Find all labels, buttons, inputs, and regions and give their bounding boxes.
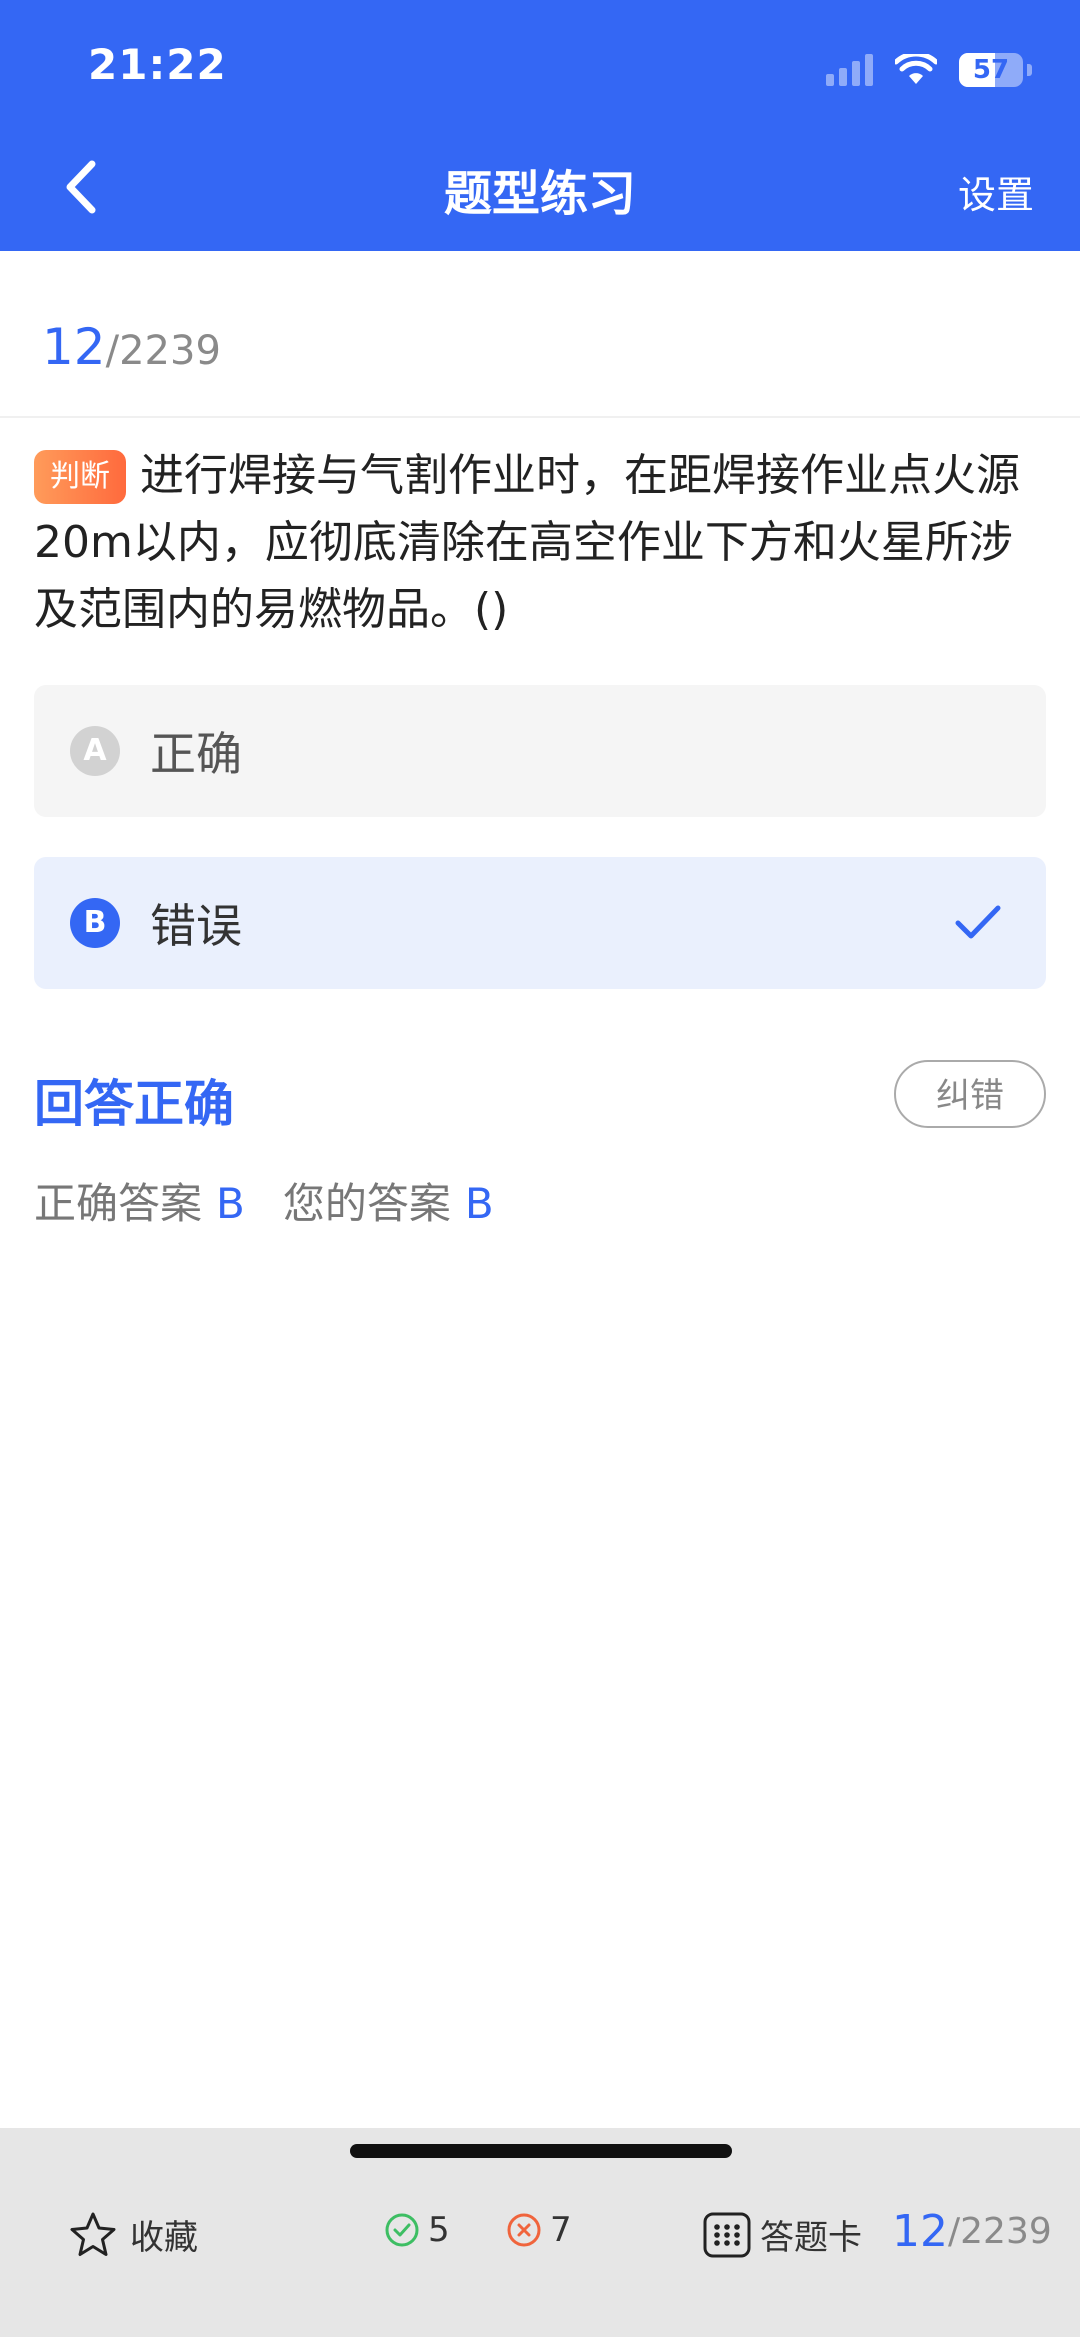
signal-icon — [826, 54, 873, 86]
answer-card-button[interactable]: 答题卡 — [702, 2210, 862, 2259]
wrong-count: 7 — [506, 2210, 572, 2250]
question-type-tag: 判断 — [34, 450, 126, 504]
option-a-text: 正确 — [150, 727, 242, 781]
bottom-progress-total: /2239 — [948, 2211, 1052, 2252]
bottom-progress: 12/2239 — [892, 2206, 1052, 2257]
option-b-letter: B — [70, 898, 120, 948]
status-icons: 57 — [826, 48, 1032, 92]
favorite-label: 收藏 — [130, 2218, 198, 2258]
check-circle-icon — [385, 2213, 419, 2247]
answer-card-label: 答题卡 — [760, 2218, 862, 2258]
question-text: 进行焊接与气割作业时，在距焊接作业点火源20m以内，应彻底清除在高空作业下方和火… — [34, 450, 1020, 635]
correct-count-value: 5 — [428, 2210, 450, 2250]
app-header: 21:22 57 题型练习 设置 — [0, 0, 1080, 251]
option-a-letter: A — [70, 726, 120, 776]
question-stem: 判断 进行焊接与气割作业时，在距焊接作业点火源20m以内，应彻底清除在高空作业下方… — [34, 442, 1044, 643]
correct-answer-label: 正确答案 — [34, 1179, 203, 1228]
home-indicator — [350, 2144, 732, 2158]
answer-summary: 正确答案 B 您的答案 B — [34, 1170, 494, 1231]
question-progress: 12/2239 — [42, 318, 221, 376]
battery-tip — [1027, 64, 1032, 76]
settings-button[interactable]: 设置 — [958, 164, 1034, 219]
correct-answer-value: B — [216, 1179, 245, 1228]
battery-level: 57 — [972, 55, 1010, 85]
option-a[interactable]: A 正确 — [34, 685, 1046, 817]
progress-total: /2239 — [105, 328, 221, 374]
option-b-text: 错误 — [150, 899, 242, 953]
your-answer-label: 您的答案 — [282, 1179, 451, 1228]
page-title: 题型练习 — [443, 166, 636, 222]
wifi-icon — [895, 54, 937, 84]
progress-current: 12 — [42, 318, 106, 376]
your-answer-value: B — [464, 1179, 494, 1228]
status-time: 21:22 — [88, 40, 227, 89]
wrong-count-value: 7 — [550, 2210, 572, 2250]
x-circle-icon — [507, 2213, 541, 2247]
check-icon — [955, 905, 1001, 939]
correct-count: 5 — [384, 2210, 450, 2250]
result-title: 回答正确 — [34, 1075, 234, 1133]
battery-icon: 57 — [959, 53, 1023, 87]
report-error-button[interactable]: 纠错 — [894, 1060, 1046, 1128]
option-b[interactable]: B 错误 — [34, 857, 1046, 989]
bottom-bar: 收藏 5 7 答题卡 12/2239 — [0, 2128, 1080, 2337]
favorite-button[interactable]: 收藏 — [68, 2210, 198, 2259]
bottom-progress-current: 12 — [892, 2206, 948, 2257]
divider — [0, 416, 1080, 418]
star-icon — [70, 2212, 116, 2256]
grid-icon — [703, 2212, 751, 2257]
